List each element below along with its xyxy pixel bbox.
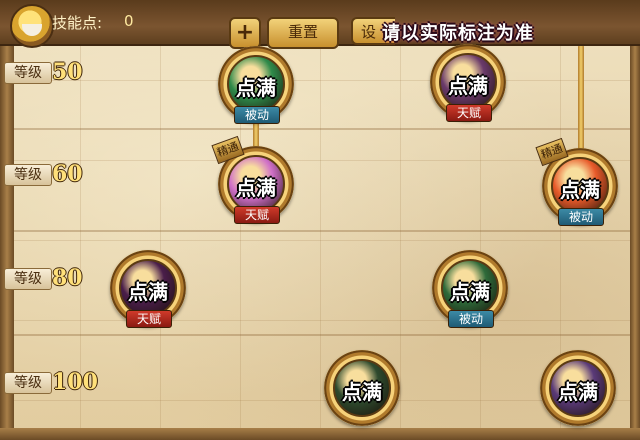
add-points-button[interactable]: + [229,17,261,49]
row-divider [14,334,630,336]
skill-status: 点满 [560,178,600,202]
skill-points-label: 技能点: [52,14,103,32]
level-label: 等级 [4,268,52,290]
skill-status: 点满 [236,176,276,200]
skill-tree-panel: 技能点: 0 + 重置 设 请以实际标注为准 等级 50 等级 60 等级 80… [0,0,640,440]
level-label: 等级 [4,372,52,394]
skill-node[interactable]: 点满 [540,350,616,426]
level-label: 等级 [4,164,52,186]
skill-type-tag: 被动 [558,208,604,226]
skill-status: 点满 [236,76,276,100]
skill-node[interactable]: 点满 天赋 [430,44,506,122]
level-value: 50 [52,59,83,85]
panel-frame-right [630,0,640,440]
level-value: 60 [52,161,83,187]
skill-node[interactable]: 点满 被动 [432,250,508,328]
skill-link [578,44,584,154]
skill-status: 点满 [448,74,488,98]
skill-type-tag: 天赋 [234,206,280,224]
skill-type-tag: 被动 [448,310,494,328]
notice-banner: 请以实际标注为准 [382,23,534,44]
level-label: 等级 [4,62,52,84]
level-marker-100: 等级 100 [2,368,100,396]
level-marker-80: 等级 80 [2,264,100,292]
row-divider [14,128,630,130]
skill-status: 点满 [342,380,382,404]
skill-type-tag: 天赋 [446,104,492,122]
reset-button[interactable]: 重置 [267,17,339,49]
skill-node[interactable]: 点满 天赋 [110,250,186,328]
level-value: 80 [52,265,83,291]
mascot-icon [10,4,54,48]
skill-status: 点满 [128,280,168,304]
skill-node[interactable]: 点满 天赋 精通 [211,135,294,224]
skill-status: 点满 [558,380,598,404]
panel-frame-bottom [0,428,640,440]
level-marker-50: 等级 50 [2,58,100,86]
skill-node[interactable]: 点满 [324,350,400,426]
skill-status: 点满 [450,280,490,304]
level-value: 100 [52,369,98,395]
skill-node[interactable]: 点满 被动 精通 [535,137,618,226]
skill-points-value: 0 [124,12,134,30]
skill-type-tag: 天赋 [126,310,172,328]
level-marker-60: 等级 60 [2,160,100,188]
skill-node[interactable]: 点满 被动 [218,46,294,124]
row-divider [14,230,630,232]
skill-type-tag: 被动 [234,106,280,124]
